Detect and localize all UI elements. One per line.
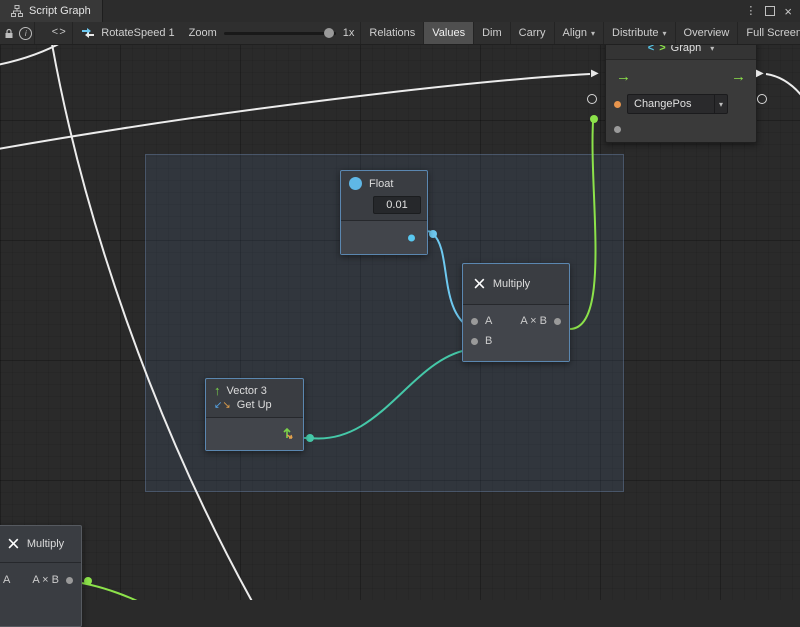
multiply-output-port[interactable]	[554, 318, 561, 325]
script-graph-icon	[11, 5, 23, 17]
node-multiply-header: × Multiply	[463, 264, 569, 304]
full-screen-button[interactable]: Full Screen	[737, 22, 800, 44]
code-icon: <>	[52, 27, 67, 39]
node-title: Vector 3	[227, 385, 267, 397]
breadcrumb-label: RotateSpeed 1	[101, 27, 174, 39]
wire-dot-green-top	[590, 115, 598, 123]
edit-graph-button[interactable]: <>	[46, 22, 73, 44]
port-label-output: A × B	[32, 574, 59, 586]
flow-output-port[interactable]: →	[731, 69, 746, 84]
close-icon[interactable]: ×	[784, 5, 792, 18]
variable-name-dropdown[interactable]: ChangePos ▾	[627, 94, 728, 114]
distribute-button[interactable]: Distribute ▾	[603, 22, 674, 44]
window-menu-icon[interactable]: ⋮	[745, 6, 756, 17]
node-float[interactable]: Float 0.01	[340, 170, 428, 255]
window-controls: ⋮ ×	[745, 0, 800, 22]
variable-value-port[interactable]	[614, 126, 621, 133]
node-multiply-partial[interactable]: × Multiply A A × B	[0, 525, 82, 627]
relations-button[interactable]: Relations	[360, 22, 423, 44]
toolbar-button-group: Relations Values Dim Carry Align ▾ Distr…	[360, 22, 800, 44]
node-multiply[interactable]: × Multiply A A × B B	[462, 263, 570, 362]
chevron-down-icon: ▾	[663, 29, 667, 38]
breadcrumb[interactable]: RotateSpeed 1	[73, 22, 182, 44]
chevron-down-icon: ▾	[591, 29, 595, 38]
title-bar: Script Graph ⋮ ×	[0, 0, 800, 23]
graph-toolbar: i <> RotateSpeed 1 Zoom 1x Relations Val…	[0, 22, 800, 45]
node-multiply-body: A A × B B	[463, 305, 569, 361]
dim-button[interactable]: Dim	[473, 22, 510, 44]
node-subtitle: Get Up	[237, 399, 272, 411]
info-icon: i	[19, 27, 32, 40]
vector3-port-icon	[281, 426, 294, 439]
port-row-a: A A × B	[463, 311, 569, 331]
offscreen-connection-ring-right	[757, 94, 767, 104]
port-label-a: A	[3, 574, 10, 586]
node-float-header: Float	[341, 171, 427, 196]
port-label-output: A × B	[520, 315, 547, 327]
node-title: Float	[369, 178, 393, 190]
float-output-port[interactable]	[408, 234, 415, 241]
lock-button[interactable]	[0, 22, 17, 44]
lock-icon	[4, 28, 14, 39]
float-value-input[interactable]: 0.01	[373, 196, 421, 214]
offscreen-connection-ring-left	[587, 94, 597, 104]
overview-button[interactable]: Overview	[675, 22, 738, 44]
node-vector3-header: ↑ Vector 3 ↙↘ Get Up	[206, 379, 303, 417]
getup-icon: ↙↘	[214, 399, 231, 411]
flow-in-arrowhead-icon: ▶	[591, 69, 599, 79]
zoom-control: Zoom 1x	[183, 22, 361, 44]
node-vector3-getup[interactable]: ↑ Vector 3 ↙↘ Get Up	[205, 378, 304, 451]
zoom-slider[interactable]	[224, 32, 336, 35]
float-type-icon	[349, 177, 362, 190]
maximize-icon[interactable]	[765, 6, 775, 16]
node-multiply2-header: × Multiply	[0, 526, 81, 562]
port-row-b: B	[463, 331, 569, 351]
node-title: Multiply	[27, 538, 64, 550]
multiply-icon: ×	[7, 536, 20, 552]
graph-reference-icon	[81, 27, 95, 39]
values-button[interactable]: Values	[423, 22, 473, 44]
node-float-body	[341, 221, 427, 254]
variable-flow-row: → →	[606, 60, 756, 92]
align-button[interactable]: Align ▾	[554, 22, 603, 44]
chevron-down-icon: ▾	[714, 95, 727, 113]
node-vector3-body	[206, 418, 303, 450]
zoom-value: 1x	[343, 27, 355, 39]
node-title: Multiply	[493, 278, 530, 290]
carry-button[interactable]: Carry	[510, 22, 554, 44]
multiply-input-a-port[interactable]	[471, 318, 478, 325]
zoom-slider-handle[interactable]	[324, 28, 334, 38]
port-label-a: A	[485, 315, 492, 327]
variable-name-row: ChangePos ▾	[606, 92, 756, 116]
tab-title: Script Graph	[29, 5, 91, 17]
variable-name-label: ChangePos	[628, 98, 714, 110]
flow-out-arrowhead-icon: ▶	[756, 69, 764, 79]
float-value: 0.01	[386, 199, 407, 211]
divider	[0, 562, 81, 563]
multiply2-output-port[interactable]	[66, 577, 73, 584]
multiply-icon: ×	[473, 276, 486, 292]
multiply-input-b-port[interactable]	[471, 338, 478, 345]
variable-name-port[interactable]	[614, 101, 621, 108]
vector3-output-port[interactable]	[281, 426, 294, 442]
zoom-label: Zoom	[189, 27, 217, 39]
variable-value-row	[606, 116, 756, 142]
vector3-icon: ↑	[214, 386, 221, 396]
tab-script-graph[interactable]: Script Graph	[0, 0, 103, 22]
flow-input-port[interactable]: →	[616, 69, 631, 84]
port-label-b: B	[485, 335, 492, 347]
info-button[interactable]: i	[17, 22, 34, 44]
node-set-variable[interactable]: < > Graph ▾ → → ChangePos ▾	[605, 36, 757, 143]
port-row-a: A A × B	[0, 569, 81, 591]
